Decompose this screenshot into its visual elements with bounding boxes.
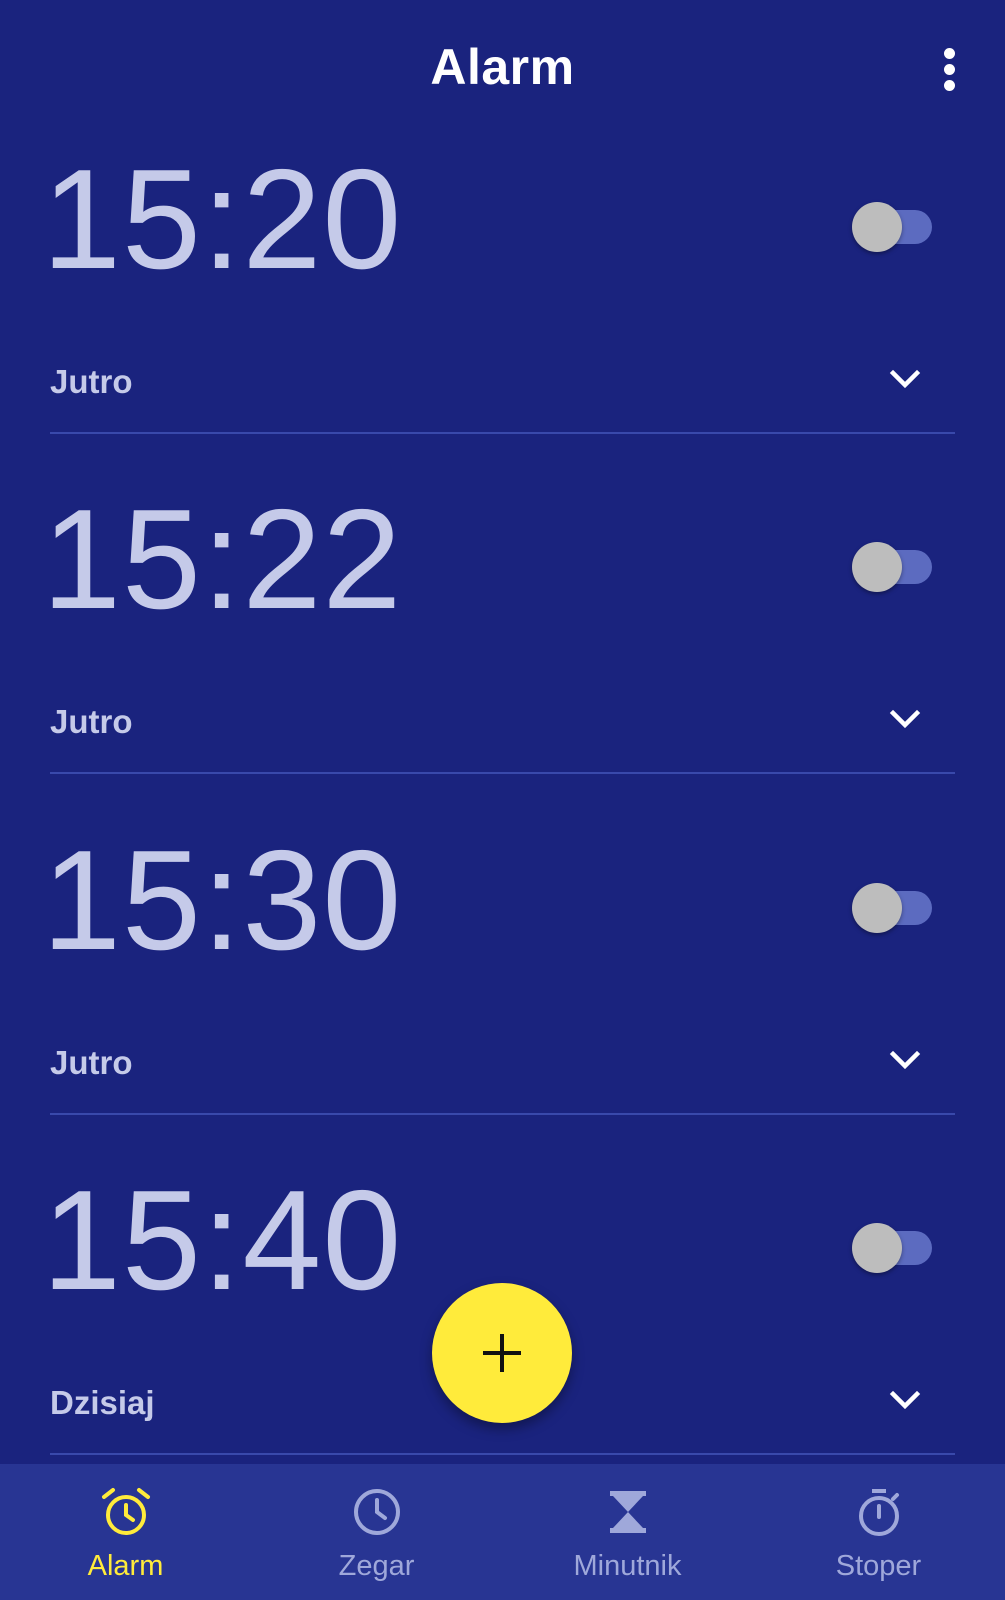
divider: [50, 1113, 955, 1115]
nav-tab-clock[interactable]: Zegar: [251, 1464, 502, 1600]
alarm-time[interactable]: 15:30: [42, 826, 402, 976]
app-bar: Alarm: [0, 0, 1005, 140]
chevron-down-icon: [889, 1050, 921, 1070]
expand-button[interactable]: [880, 695, 930, 745]
add-alarm-button[interactable]: [432, 1283, 572, 1423]
alarm-item: 15:20 Jutro: [0, 145, 1005, 485]
divider: [50, 772, 955, 774]
chevron-down-icon: [889, 709, 921, 729]
page-title: Alarm: [430, 39, 575, 95]
more-options-button[interactable]: [925, 44, 975, 96]
alarm-toggle[interactable]: [852, 883, 936, 933]
alarm-toggle[interactable]: [852, 202, 936, 252]
alarm-item: 15:22 Jutro: [0, 485, 1005, 825]
hourglass-icon: [610, 1491, 646, 1533]
nav-tab-stopwatch[interactable]: Stoper: [753, 1464, 1004, 1600]
alarm-time[interactable]: 15:20: [42, 145, 402, 295]
nav-label: Stoper: [835, 1550, 922, 1582]
expand-button[interactable]: [880, 1376, 930, 1426]
alarm-day-label: Jutro: [50, 703, 133, 740]
alarm-day-label: Jutro: [50, 1044, 133, 1081]
clock-icon: [354, 1489, 400, 1535]
divider: [50, 432, 955, 434]
plus-icon: [483, 1334, 521, 1372]
nav-label: Minutnik: [573, 1550, 682, 1582]
bottom-navigation: Alarm Zegar Minutnik Stoper: [0, 1464, 1005, 1600]
nav-tab-alarm[interactable]: Alarm: [0, 1464, 251, 1600]
clock-app-screen: Alarm 15:20 Jutro 15:22 Jutro 15:30 Jutr…: [0, 0, 1005, 1600]
alarm-day-label: Dzisiaj: [50, 1384, 155, 1421]
alarm-toggle[interactable]: [852, 1223, 936, 1273]
alarm-item: 15:30 Jutro: [0, 826, 1005, 1166]
nav-tab-timer[interactable]: Minutnik: [502, 1464, 753, 1600]
divider: [50, 1453, 955, 1455]
expand-button[interactable]: [880, 1036, 930, 1086]
alarm-time[interactable]: 15:22: [42, 485, 402, 635]
nav-label: Zegar: [338, 1550, 415, 1582]
alarm-day-label: Jutro: [50, 363, 133, 400]
chevron-down-icon: [889, 369, 921, 389]
stopwatch-icon: [859, 1489, 899, 1536]
more-vert-icon: [944, 48, 955, 59]
alarm-clock-icon: [102, 1488, 150, 1535]
alarm-toggle[interactable]: [852, 542, 936, 592]
expand-button[interactable]: [880, 355, 930, 405]
nav-label: Alarm: [87, 1550, 164, 1582]
chevron-down-icon: [889, 1390, 921, 1410]
alarm-time[interactable]: 15:40: [42, 1166, 402, 1316]
